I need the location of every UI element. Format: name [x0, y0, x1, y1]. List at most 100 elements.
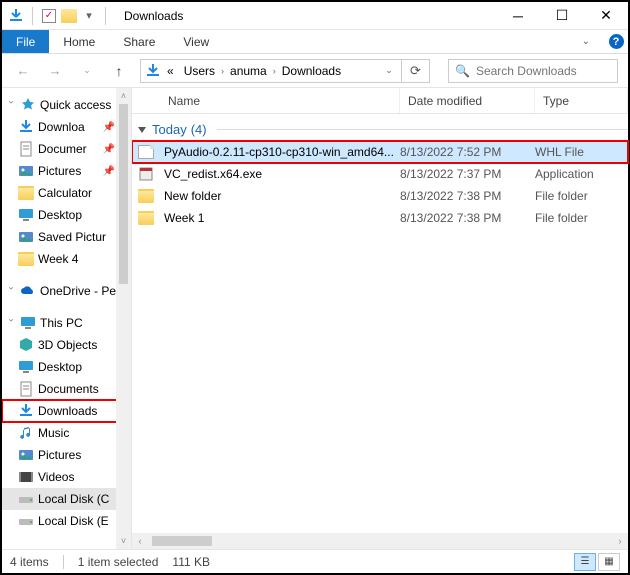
window-title: Downloads [124, 9, 183, 23]
sidebar-item-pc-0[interactable]: 3D Objects [2, 334, 117, 356]
file-row[interactable]: New folder8/13/2022 7:38 PMFile folder [132, 185, 628, 207]
sidebar-item-quick-6[interactable]: Week 4 [2, 248, 117, 270]
nav-pane: Quick access Downloa📌Documer📌Pictures📌Ca… [2, 88, 132, 549]
group-header[interactable]: Today (4) [132, 114, 628, 141]
sidebar-item-quick-2[interactable]: Pictures📌 [2, 160, 117, 182]
drive-icon [18, 491, 34, 507]
sidebar-item-pc-4[interactable]: Music [2, 422, 117, 444]
view-details-button[interactable]: ☰ [574, 553, 596, 571]
address-dropdown-icon[interactable]: ⌄ [381, 65, 397, 76]
tab-file[interactable]: File [2, 30, 49, 53]
folder-icon [18, 251, 34, 267]
file-list-pane: Name Date modified Type Today (4) PyAudi… [132, 88, 628, 549]
scrollbar-thumb[interactable] [119, 104, 128, 284]
ribbon-expand-icon[interactable]: ⌄ [568, 30, 604, 53]
sidebar-item-pc-6[interactable]: Videos [2, 466, 117, 488]
chevron-right-icon[interactable]: › [221, 66, 224, 76]
desktop-icon [18, 207, 34, 223]
sidebar-scrollbar[interactable]: ˄ ˅ [116, 88, 131, 549]
chevron-right-icon[interactable]: › [273, 66, 276, 76]
file-row[interactable]: Week 18/13/2022 7:38 PMFile folder [132, 207, 628, 229]
sidebar-item-quick-5[interactable]: Saved Pictur [2, 226, 117, 248]
search-box[interactable]: 🔍 [448, 59, 618, 83]
qat-overflow-icon[interactable]: ▾ [81, 8, 97, 24]
sidebar-item-quick-3[interactable]: Calculator [2, 182, 117, 204]
scroll-down-icon[interactable]: ˅ [116, 533, 131, 549]
sidebar-item-quick-0[interactable]: Downloa📌 [2, 116, 117, 138]
recent-locations-icon[interactable]: ⌄ [76, 60, 98, 82]
forward-button[interactable]: → [44, 60, 66, 82]
sidebar-item-quick-4[interactable]: Desktop [2, 204, 117, 226]
tab-view[interactable]: View [169, 30, 223, 53]
column-header-name[interactable]: Name [160, 88, 400, 113]
help-button[interactable]: ? [604, 30, 628, 53]
sidebar-item-label: Calculator [38, 186, 92, 200]
status-item-count: 4 items [10, 555, 49, 569]
sidebar-item-label: 3D Objects [38, 338, 97, 352]
file-name: PyAudio-0.2.11-cp310-cp310-win_amd64... [160, 145, 400, 159]
breadcrumb[interactable]: Users [180, 64, 219, 78]
tab-share[interactable]: Share [109, 30, 169, 53]
qat-separator [32, 7, 33, 25]
sidebar-item-label: Documer [38, 142, 87, 156]
sidebar-item-onedrive[interactable]: OneDrive - Pe [2, 280, 117, 302]
sidebar-item-label: Videos [38, 470, 74, 484]
status-size: 111 KB [172, 555, 210, 569]
sidebar-item-this-pc[interactable]: This PC [2, 312, 117, 334]
qat-properties-icon[interactable]: ✓ [41, 8, 57, 24]
close-button[interactable]: ✕ [584, 2, 628, 30]
column-header-type[interactable]: Type [535, 88, 628, 113]
column-header-date[interactable]: Date modified [400, 88, 535, 113]
sidebar-item-pc-1[interactable]: Desktop [2, 356, 117, 378]
sidebar-item-label: Music [38, 426, 69, 440]
file-type: Application [535, 167, 628, 181]
group-rule [217, 129, 628, 130]
folder-icon [18, 185, 34, 201]
sidebar-item-quick-access[interactable]: Quick access [2, 94, 117, 116]
scroll-left-icon[interactable]: ‹ [132, 533, 148, 549]
horizontal-scrollbar[interactable]: ‹ › [132, 533, 628, 549]
scroll-right-icon[interactable]: › [612, 533, 628, 549]
address-bar[interactable]: « Users › anuma › Downloads ⌄ [140, 59, 402, 83]
file-type: File folder [535, 211, 628, 225]
tab-home[interactable]: Home [49, 30, 109, 53]
status-bar: 4 items 1 item selected 111 KB ☰ ▦ [2, 549, 628, 573]
search-input[interactable] [476, 64, 611, 78]
scrollbar-thumb[interactable] [152, 536, 212, 546]
sidebar-item-label: Local Disk (C [38, 492, 109, 506]
pin-icon: 📌 [103, 166, 115, 177]
back-button[interactable]: ← [12, 60, 34, 82]
sidebar-item-pc-7[interactable]: Local Disk (C [2, 488, 117, 510]
breadcrumb-prefix[interactable]: « [163, 64, 178, 78]
file-row[interactable]: PyAudio-0.2.11-cp310-cp310-win_amd64...8… [132, 141, 628, 163]
video-icon [18, 469, 34, 485]
sidebar-item-pc-3[interactable]: Downloads [2, 400, 117, 422]
sidebar-item-quick-1[interactable]: Documer📌 [2, 138, 117, 160]
qat-folder-icon[interactable] [61, 8, 77, 24]
scroll-up-icon[interactable]: ˄ [116, 88, 131, 104]
refresh-button[interactable]: ⟳ [402, 59, 430, 83]
minimize-button[interactable]: ─ [496, 2, 540, 30]
file-row[interactable]: VC_redist.x64.exe8/13/2022 7:37 PMApplic… [132, 163, 628, 185]
address-location-icon [145, 63, 161, 79]
sidebar-item-pc-8[interactable]: Local Disk (E [2, 510, 117, 532]
group-label: Today [152, 122, 187, 137]
up-button[interactable]: ↑ [108, 60, 130, 82]
download-icon [18, 119, 34, 135]
sidebar-item-pc-5[interactable]: Pictures [2, 444, 117, 466]
file-type-icon [132, 189, 160, 203]
sidebar-item-pc-2[interactable]: Documents [2, 378, 117, 400]
file-type-icon [132, 211, 160, 225]
file-name: Week 1 [160, 211, 400, 225]
star-icon [20, 97, 36, 113]
breadcrumb[interactable]: Downloads [278, 64, 345, 78]
drive-icon [18, 513, 34, 529]
download-icon [18, 403, 34, 419]
view-large-icons-button[interactable]: ▦ [598, 553, 620, 571]
breadcrumb[interactable]: anuma [226, 64, 271, 78]
qat-separator-2 [105, 7, 106, 25]
monitor-icon [20, 315, 36, 331]
title-bar: ✓ ▾ Downloads ─ ☐ ✕ [2, 2, 628, 30]
file-name: VC_redist.x64.exe [160, 167, 400, 181]
maximize-button[interactable]: ☐ [540, 2, 584, 30]
